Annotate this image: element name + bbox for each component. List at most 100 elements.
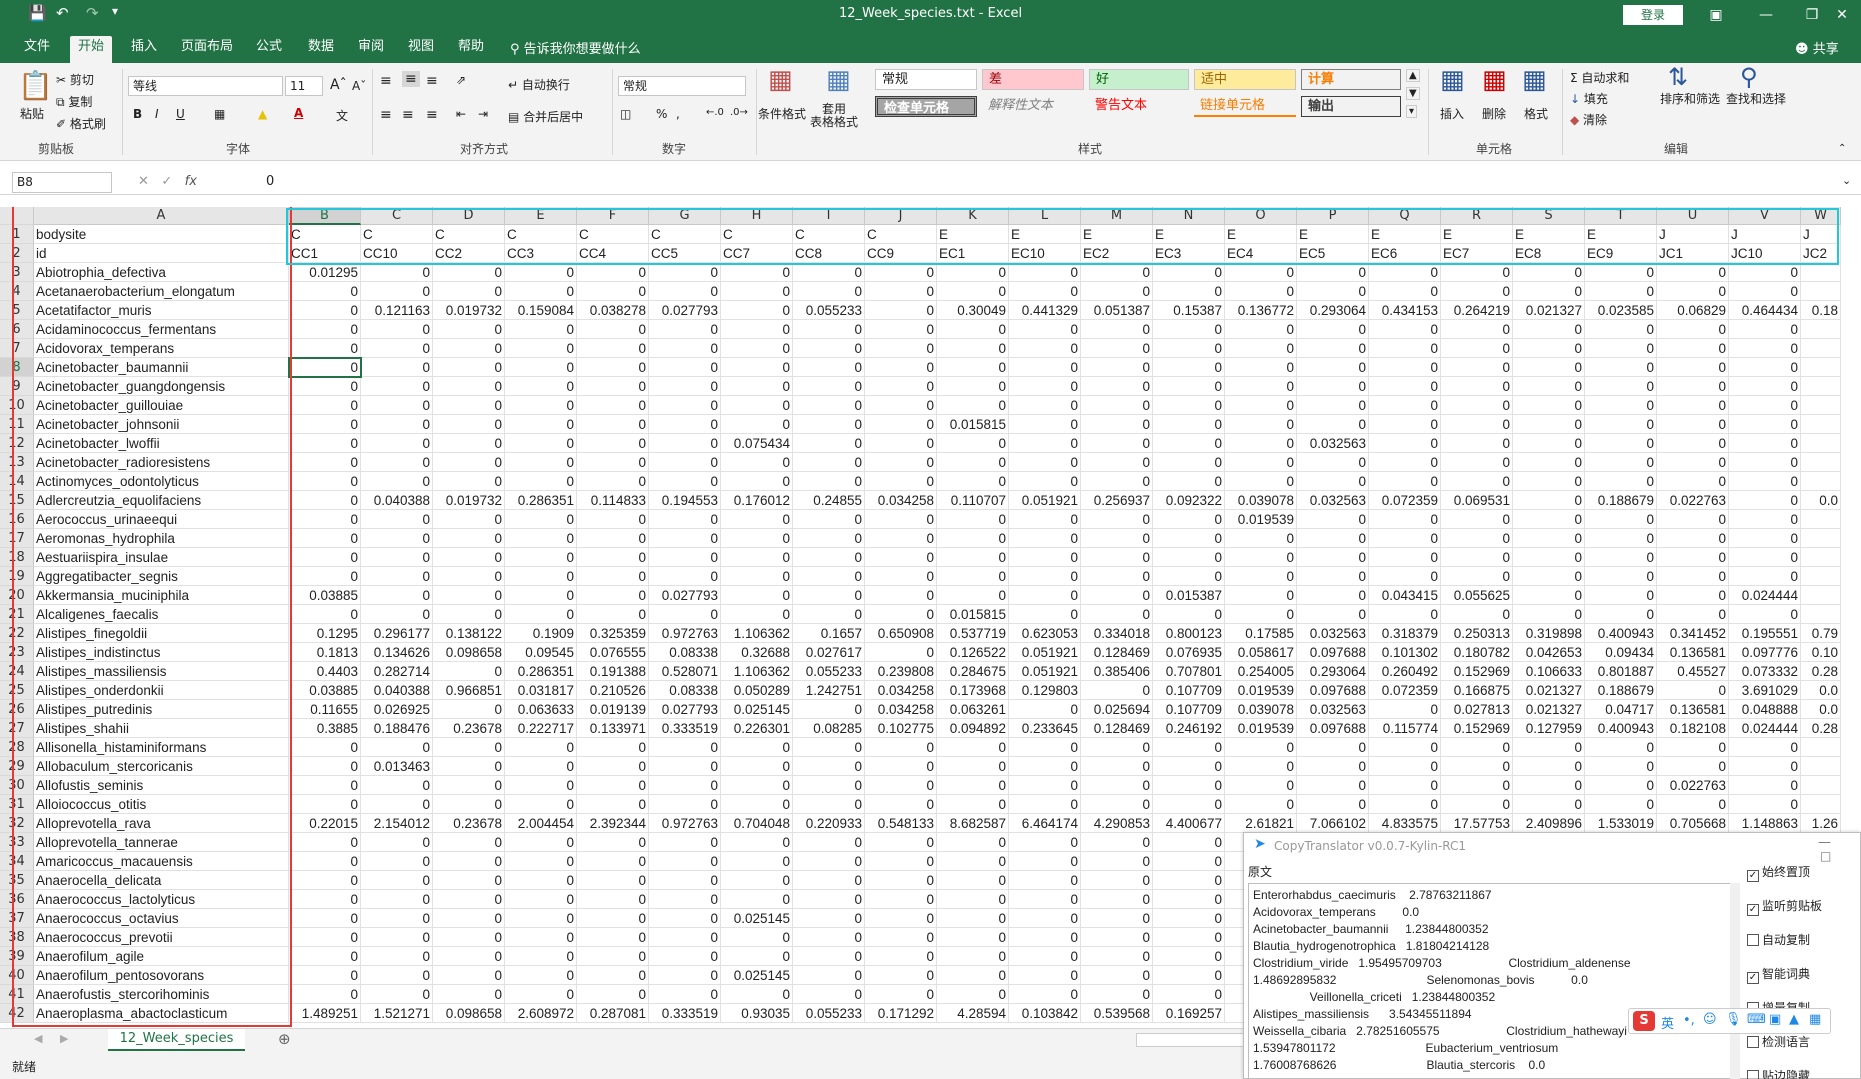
table-cell[interactable]: 0: [433, 529, 505, 548]
tab-data[interactable]: 数据: [300, 36, 342, 63]
increase-indent-icon[interactable]: ⇥: [478, 107, 488, 121]
table-cell[interactable]: 0: [865, 472, 937, 491]
table-cell[interactable]: EC9: [1585, 244, 1657, 263]
table-cell[interactable]: [1801, 453, 1841, 472]
table-cell[interactable]: 7.066102: [1297, 814, 1369, 833]
table-cell[interactable]: 0.23678: [433, 814, 505, 833]
row-header[interactable]: 33: [0, 833, 34, 852]
table-cell[interactable]: [1801, 757, 1841, 776]
table-cell[interactable]: 0.972763: [649, 814, 721, 833]
table-cell[interactable]: 0: [433, 396, 505, 415]
comma-icon[interactable]: ,: [676, 107, 680, 121]
table-cell[interactable]: 0.114833: [577, 491, 649, 510]
table-cell[interactable]: 0: [1153, 339, 1225, 358]
table-cell[interactable]: 0: [865, 377, 937, 396]
paste-button[interactable]: 粘贴: [20, 105, 44, 122]
table-cell[interactable]: 0: [1729, 320, 1801, 339]
row-header[interactable]: 40: [0, 966, 34, 985]
table-cell[interactable]: 0.098658: [433, 1004, 505, 1023]
row-header[interactable]: 8: [0, 358, 34, 377]
table-cell[interactable]: 0: [937, 947, 1009, 966]
table-cell[interactable]: 0: [361, 586, 433, 605]
table-cell[interactable]: 0: [721, 301, 793, 320]
table-cell[interactable]: 0: [1009, 586, 1081, 605]
table-cell[interactable]: 0: [1369, 776, 1441, 795]
table-cell[interactable]: 0: [433, 985, 505, 1004]
table-cell[interactable]: 0: [1081, 339, 1153, 358]
autosum-button[interactable]: Σ 自动求和: [1570, 69, 1629, 86]
table-cell[interactable]: 0.464434: [1729, 301, 1801, 320]
column-header-D[interactable]: D: [433, 207, 505, 225]
row-header[interactable]: 39: [0, 947, 34, 966]
table-cell[interactable]: 0: [1081, 738, 1153, 757]
table-cell[interactable]: 0: [433, 282, 505, 301]
table-cell[interactable]: 0.022763: [1657, 776, 1729, 795]
table-cell[interactable]: 0.434153: [1369, 301, 1441, 320]
table-cell[interactable]: 0: [1729, 358, 1801, 377]
table-cell[interactable]: 0: [577, 985, 649, 1004]
table-cell[interactable]: 0: [505, 890, 577, 909]
cancel-icon[interactable]: ✕: [138, 174, 149, 189]
table-cell[interactable]: 0: [433, 472, 505, 491]
table-cell[interactable]: 0: [721, 548, 793, 567]
table-cell[interactable]: 0: [289, 985, 361, 1004]
table-cell[interactable]: 0: [1657, 320, 1729, 339]
species-cell[interactable]: Abiotrophia_defectiva: [34, 263, 289, 282]
table-cell[interactable]: 0: [1009, 396, 1081, 415]
table-cell[interactable]: 0: [1153, 947, 1225, 966]
table-cell[interactable]: 0.019732: [433, 301, 505, 320]
row-header[interactable]: 15: [0, 491, 34, 510]
table-cell[interactable]: 0: [1369, 548, 1441, 567]
table-cell[interactable]: 0.025694: [1081, 700, 1153, 719]
table-cell[interactable]: 0: [1081, 415, 1153, 434]
table-cell[interactable]: 0: [1009, 871, 1081, 890]
table-cell[interactable]: 0: [505, 396, 577, 415]
table-cell[interactable]: 2.004454: [505, 814, 577, 833]
table-cell[interactable]: 0: [937, 339, 1009, 358]
style-warning[interactable]: 警告文本: [1089, 96, 1189, 117]
table-cell[interactable]: 0: [1225, 377, 1297, 396]
table-cell[interactable]: 0: [1225, 795, 1297, 814]
table-cell[interactable]: 0: [1585, 586, 1657, 605]
cut-button[interactable]: ✂ 剪切: [56, 71, 94, 88]
table-cell[interactable]: 0: [1081, 529, 1153, 548]
species-cell[interactable]: Acidaminococcus_fermentans: [34, 320, 289, 339]
table-cell[interactable]: 0: [721, 871, 793, 890]
table-cell[interactable]: J: [1801, 225, 1841, 244]
table-cell[interactable]: 0: [937, 833, 1009, 852]
table-cell[interactable]: 0: [865, 339, 937, 358]
table-cell[interactable]: CC3: [505, 244, 577, 263]
sort-filter-button[interactable]: 排序和筛选: [1660, 90, 1720, 107]
table-cell[interactable]: 0.01295: [289, 263, 361, 282]
table-cell[interactable]: 1.242751: [793, 681, 865, 700]
table-cell[interactable]: 0: [1729, 491, 1801, 510]
table-cell[interactable]: EC6: [1369, 244, 1441, 263]
table-cell[interactable]: 0: [1225, 453, 1297, 472]
table-cell[interactable]: 0.0: [1801, 681, 1841, 700]
style-linked-cell[interactable]: 链接单元格: [1194, 96, 1296, 117]
table-cell[interactable]: 0: [1369, 396, 1441, 415]
row-header[interactable]: 6: [0, 320, 34, 339]
table-cell[interactable]: 0: [793, 909, 865, 928]
species-cell[interactable]: Anaerofilum_pentosovorans: [34, 966, 289, 985]
table-cell[interactable]: 0: [721, 776, 793, 795]
table-cell[interactable]: 0: [1225, 396, 1297, 415]
table-cell[interactable]: 0: [433, 966, 505, 985]
table-cell[interactable]: 0.226301: [721, 719, 793, 738]
style-good[interactable]: 好: [1089, 69, 1189, 90]
table-cell[interactable]: 0: [1513, 776, 1585, 795]
table-cell[interactable]: 0.015387: [1153, 586, 1225, 605]
column-header-R[interactable]: R: [1441, 207, 1513, 225]
option-smart-dict[interactable]: ✓ 智能词典: [1747, 965, 1810, 984]
table-cell[interactable]: [1801, 320, 1841, 339]
table-cell[interactable]: EC8: [1513, 244, 1585, 263]
checkbox-icon[interactable]: [1747, 934, 1759, 946]
table-cell[interactable]: 0: [1153, 795, 1225, 814]
table-cell[interactable]: 0.133971: [577, 719, 649, 738]
table-cell[interactable]: 0: [1297, 757, 1369, 776]
table-cell[interactable]: 0: [1081, 871, 1153, 890]
table-cell[interactable]: 0.026925: [361, 700, 433, 719]
column-header-G[interactable]: G: [649, 207, 721, 225]
table-cell[interactable]: E: [1009, 225, 1081, 244]
table-cell[interactable]: 0: [1585, 472, 1657, 491]
